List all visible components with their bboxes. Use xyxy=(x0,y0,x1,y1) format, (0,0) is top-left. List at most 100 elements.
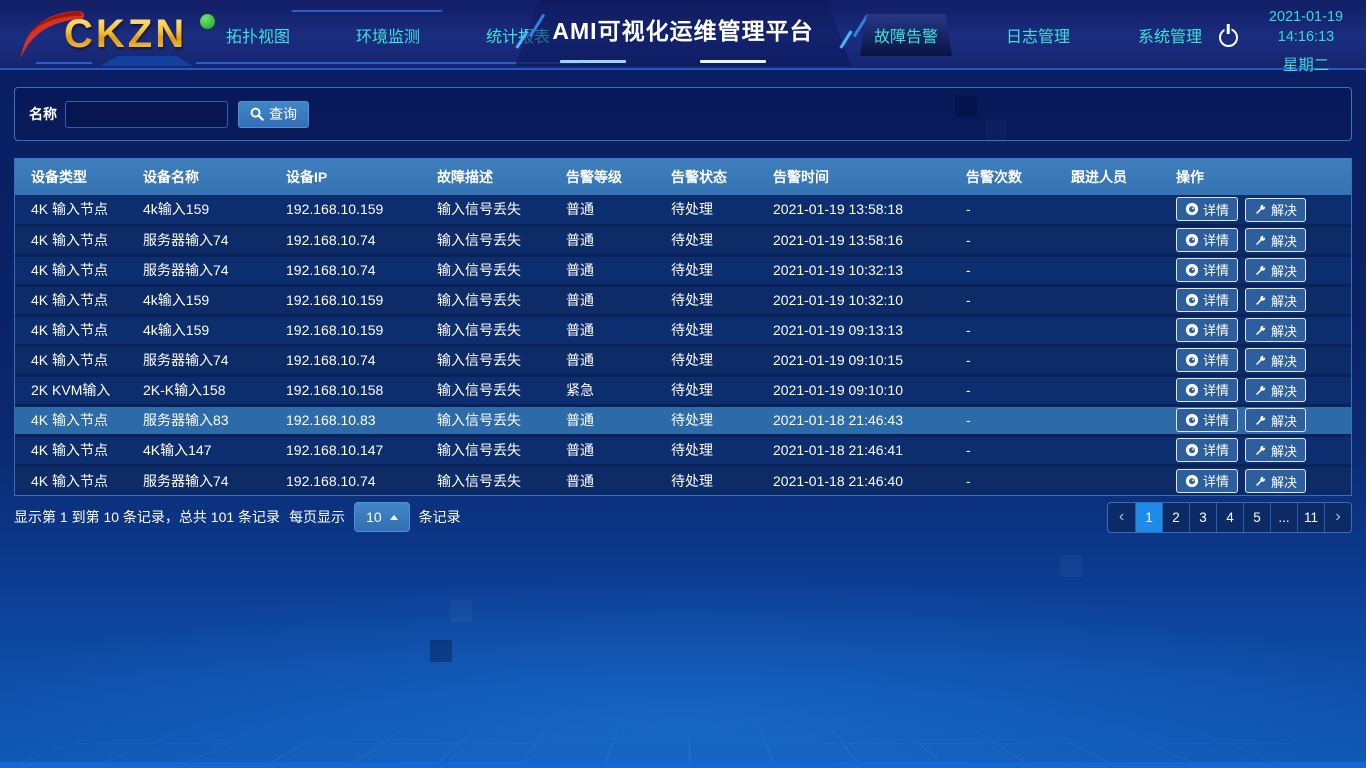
resolve-button[interactable]: 解决 xyxy=(1245,318,1306,342)
eye-icon xyxy=(1185,233,1199,247)
cell-name: 2K-K输入158 xyxy=(127,375,270,405)
nav-item-topology[interactable]: 拓扑视图 xyxy=(212,14,304,56)
page-ellipsis-button[interactable]: ... xyxy=(1270,503,1297,532)
table-row[interactable]: 4K 输入节点服务器输入83192.168.10.83输入信号丢失普通待处理20… xyxy=(15,405,1351,435)
detail-button-label: 详情 xyxy=(1203,290,1229,309)
cell-fault: 输入信号丢失 xyxy=(421,405,550,435)
page-number-button[interactable]: 3 xyxy=(1189,503,1216,532)
cell-ip: 192.168.10.74 xyxy=(270,225,421,255)
table-row[interactable]: 2K KVM输入2K-K输入158192.168.10.158输入信号丢失紧急待… xyxy=(15,375,1351,405)
cell-type: 4K 输入节点 xyxy=(15,345,127,375)
search-button[interactable]: 查询 xyxy=(238,101,309,128)
magnifier-icon xyxy=(250,107,264,121)
per-page-suffix: 条记录 xyxy=(419,507,461,527)
detail-button[interactable]: 详情 xyxy=(1176,288,1238,312)
eye-icon xyxy=(1185,353,1199,367)
table-row[interactable]: 4K 输入节点服务器输入74192.168.10.74输入信号丢失普通待处理20… xyxy=(15,465,1351,495)
detail-button[interactable]: 详情 xyxy=(1176,378,1238,402)
table-row[interactable]: 4K 输入节点服务器输入74192.168.10.74输入信号丢失普通待处理20… xyxy=(15,345,1351,375)
list-footer: 显示第 1 到第 10 条记录，总共 101 条记录 每页显示 10 条记录 ‹… xyxy=(14,498,1352,536)
wrench-icon xyxy=(1254,294,1267,307)
cell-fault: 输入信号丢失 xyxy=(421,345,550,375)
app-root: CKZN 拓扑视图 环境监测 统计报表 AMI可视化运维管理平台 故障告警 日志… xyxy=(0,0,1366,768)
cell-level: 普通 xyxy=(550,435,655,465)
page-number-button[interactable]: 1 xyxy=(1135,503,1162,532)
detail-button[interactable]: 详情 xyxy=(1176,318,1238,342)
table-row[interactable]: 4K 输入节点4k输入159192.168.10.159输入信号丢失普通待处理2… xyxy=(15,285,1351,315)
power-button[interactable] xyxy=(1216,24,1240,48)
page-number-button[interactable]: 5 xyxy=(1243,503,1270,532)
eye-icon xyxy=(1185,202,1199,216)
detail-button[interactable]: 详情 xyxy=(1176,438,1238,462)
table-row[interactable]: 4K 输入节点服务器输入74192.168.10.74输入信号丢失普通待处理20… xyxy=(15,225,1351,255)
cell-time: 2021-01-19 09:10:15 xyxy=(757,345,950,375)
table-row[interactable]: 4K 输入节点4K输入147192.168.10.147输入信号丢失普通待处理2… xyxy=(15,435,1351,465)
resolve-button[interactable]: 解决 xyxy=(1245,258,1306,282)
background-grid xyxy=(0,702,1366,768)
resolve-button[interactable]: 解决 xyxy=(1245,408,1306,432)
resolve-button[interactable]: 解决 xyxy=(1245,438,1306,462)
resolve-button[interactable]: 解决 xyxy=(1245,228,1306,252)
time-text: 14:16:13 xyxy=(1254,27,1358,47)
detail-button[interactable]: 详情 xyxy=(1176,408,1238,432)
resolve-button-label: 解决 xyxy=(1271,321,1297,340)
table-row[interactable]: 4K 输入节点4k输入159192.168.10.159输入信号丢失普通待处理2… xyxy=(15,315,1351,345)
detail-button[interactable]: 详情 xyxy=(1176,197,1238,221)
cell-time: 2021-01-19 09:13:13 xyxy=(757,315,950,345)
page-number-button[interactable]: 11 xyxy=(1297,503,1324,532)
detail-button-label: 详情 xyxy=(1203,320,1229,339)
resolve-button[interactable]: 解决 xyxy=(1245,378,1306,402)
alarm-table: 设备类型 设备名称 设备IP 故障描述 告警等级 告警状态 告警时间 告警次数 … xyxy=(14,158,1352,496)
cell-type: 4K 输入节点 xyxy=(15,255,127,285)
cell-name: 4k输入159 xyxy=(127,315,270,345)
cell-type: 2K KVM输入 xyxy=(15,375,127,405)
wrench-icon xyxy=(1254,475,1267,488)
cell-count: - xyxy=(950,435,1055,465)
caret-up-icon xyxy=(390,515,398,520)
eye-icon xyxy=(1185,263,1199,277)
cell-name: 服务器输入74 xyxy=(127,465,270,495)
cell-name: 服务器输入83 xyxy=(127,405,270,435)
page-number-button[interactable]: 4 xyxy=(1216,503,1243,532)
cell-follower xyxy=(1055,465,1160,495)
nav-item-fault-alarm[interactable]: 故障告警 xyxy=(860,14,952,56)
page-number-button[interactable]: 2 xyxy=(1162,503,1189,532)
col-follower: 跟进人员 xyxy=(1055,158,1160,195)
search-button-label: 查询 xyxy=(269,104,297,124)
resolve-button[interactable]: 解决 xyxy=(1245,348,1306,372)
resolve-button[interactable]: 解决 xyxy=(1245,288,1306,312)
detail-button[interactable]: 详情 xyxy=(1176,469,1238,493)
cell-actions: 详情解决 xyxy=(1160,225,1351,255)
nav-item-environment[interactable]: 环境监测 xyxy=(342,14,434,56)
page-prev-button[interactable]: ‹ xyxy=(1108,503,1135,532)
cell-status: 待处理 xyxy=(655,465,757,495)
cell-status: 待处理 xyxy=(655,195,757,225)
cell-follower xyxy=(1055,315,1160,345)
wrench-icon xyxy=(1254,264,1267,277)
detail-button[interactable]: 详情 xyxy=(1176,228,1238,252)
cell-level: 紧急 xyxy=(550,375,655,405)
wrench-icon xyxy=(1254,234,1267,247)
resolve-button[interactable]: 解决 xyxy=(1245,198,1306,222)
page-size-select[interactable]: 10 xyxy=(354,502,410,532)
nav-item-system-management[interactable]: 系统管理 xyxy=(1124,14,1216,56)
nav-item-log-management[interactable]: 日志管理 xyxy=(992,14,1084,56)
page-next-button[interactable]: › xyxy=(1324,503,1351,532)
table-row[interactable]: 4K 输入节点4k输入159192.168.10.159输入信号丢失普通待处理2… xyxy=(15,195,1351,225)
detail-button[interactable]: 详情 xyxy=(1176,258,1238,282)
eye-icon xyxy=(1185,413,1199,427)
cell-level: 普通 xyxy=(550,225,655,255)
table-row[interactable]: 4K 输入节点服务器输入74192.168.10.74输入信号丢失普通待处理20… xyxy=(15,255,1351,285)
cell-level: 普通 xyxy=(550,255,655,285)
cell-ip: 192.168.10.74 xyxy=(270,255,421,285)
eye-icon xyxy=(1185,293,1199,307)
search-input[interactable] xyxy=(65,101,228,128)
cell-type: 4K 输入节点 xyxy=(15,405,127,435)
detail-button-label: 详情 xyxy=(1203,440,1229,459)
cell-count: - xyxy=(950,285,1055,315)
resolve-button[interactable]: 解决 xyxy=(1245,469,1306,493)
wrench-icon xyxy=(1254,324,1267,337)
cell-time: 2021-01-19 09:10:10 xyxy=(757,375,950,405)
cell-ip: 192.168.10.83 xyxy=(270,405,421,435)
detail-button[interactable]: 详情 xyxy=(1176,348,1238,372)
